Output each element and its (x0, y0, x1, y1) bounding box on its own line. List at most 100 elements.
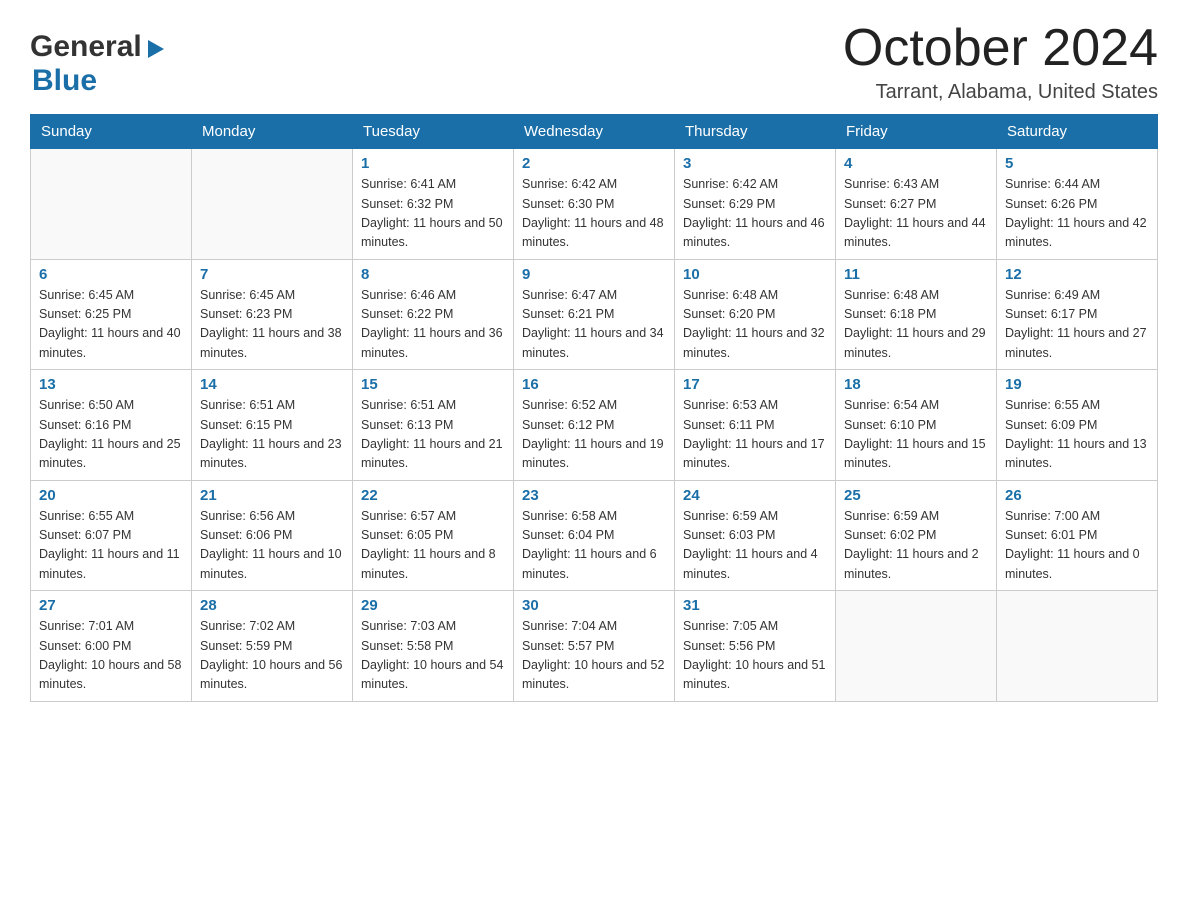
calendar-cell: 2 Sunrise: 6:42 AMSunset: 6:30 PMDaylight… (514, 149, 675, 260)
day-info: Sunrise: 6:46 AMSunset: 6:22 PMDaylight:… (361, 286, 505, 364)
day-info: Sunrise: 7:00 AMSunset: 6:01 PMDaylight:… (1005, 507, 1149, 585)
calendar-cell: 16 Sunrise: 6:52 AMSunset: 6:12 PMDayligh… (514, 370, 675, 481)
calendar-week-row: 27 Sunrise: 7:01 AMSunset: 6:00 PMDayligh… (31, 591, 1158, 702)
calendar-cell (836, 591, 997, 702)
day-number: 3 (683, 155, 827, 172)
day-info: Sunrise: 7:05 AMSunset: 5:56 PMDaylight:… (683, 617, 827, 695)
calendar-cell: 4 Sunrise: 6:43 AMSunset: 6:27 PMDaylight… (836, 149, 997, 260)
day-info: Sunrise: 6:41 AMSunset: 6:32 PMDaylight:… (361, 175, 505, 253)
calendar-cell: 18 Sunrise: 6:54 AMSunset: 6:10 PMDayligh… (836, 370, 997, 481)
day-number: 12 (1005, 266, 1149, 283)
day-info: Sunrise: 7:02 AMSunset: 5:59 PMDaylight:… (200, 617, 344, 695)
day-number: 27 (39, 597, 183, 614)
day-number: 23 (522, 487, 666, 504)
col-friday: Friday (836, 115, 997, 149)
calendar-week-row: 6 Sunrise: 6:45 AMSunset: 6:25 PMDaylight… (31, 259, 1158, 370)
day-number: 19 (1005, 376, 1149, 393)
calendar-cell: 26 Sunrise: 7:00 AMSunset: 6:01 PMDayligh… (997, 480, 1158, 591)
calendar-cell: 9Sunrise: 6:47 AMSunset: 6:21 PMDaylight… (514, 259, 675, 370)
calendar-cell: 13 Sunrise: 6:50 AMSunset: 6:16 PMDayligh… (31, 370, 192, 481)
calendar-cell: 3 Sunrise: 6:42 AMSunset: 6:29 PMDaylight… (675, 149, 836, 260)
day-info: Sunrise: 7:03 AMSunset: 5:58 PMDaylight:… (361, 617, 505, 695)
col-monday: Monday (192, 115, 353, 149)
calendar-cell: 25Sunrise: 6:59 AMSunset: 6:02 PMDayligh… (836, 480, 997, 591)
logo: General Blue (30, 30, 166, 98)
col-tuesday: Tuesday (353, 115, 514, 149)
day-number: 8 (361, 266, 505, 283)
calendar-cell: 30 Sunrise: 7:04 AMSunset: 5:57 PMDayligh… (514, 591, 675, 702)
calendar-cell: 8 Sunrise: 6:46 AMSunset: 6:22 PMDaylight… (353, 259, 514, 370)
day-info: Sunrise: 6:48 AMSunset: 6:20 PMDaylight:… (683, 286, 827, 364)
day-info: Sunrise: 6:45 AMSunset: 6:25 PMDaylight:… (39, 286, 183, 364)
day-number: 6 (39, 266, 183, 283)
day-number: 15 (361, 376, 505, 393)
calendar-table: Sunday Monday Tuesday Wednesday Thursday… (30, 114, 1158, 702)
day-number: 13 (39, 376, 183, 393)
day-info: Sunrise: 6:44 AMSunset: 6:26 PMDaylight:… (1005, 175, 1149, 253)
day-info: Sunrise: 6:45 AMSunset: 6:23 PMDaylight:… (200, 286, 344, 364)
logo-blue-text: Blue (32, 64, 97, 97)
calendar-cell: 10 Sunrise: 6:48 AMSunset: 6:20 PMDayligh… (675, 259, 836, 370)
calendar-cell: 23Sunrise: 6:58 AMSunset: 6:04 PMDayligh… (514, 480, 675, 591)
day-number: 5 (1005, 155, 1149, 172)
day-number: 2 (522, 155, 666, 172)
day-info: Sunrise: 6:59 AMSunset: 6:02 PMDaylight:… (844, 507, 988, 585)
logo-arrow-icon (144, 38, 166, 60)
calendar-cell: 20 Sunrise: 6:55 AMSunset: 6:07 PMDayligh… (31, 480, 192, 591)
day-number: 24 (683, 487, 827, 504)
location-text: Tarrant, Alabama, United States (843, 81, 1158, 104)
day-info: Sunrise: 6:51 AMSunset: 6:13 PMDaylight:… (361, 396, 505, 474)
calendar-week-row: 13 Sunrise: 6:50 AMSunset: 6:16 PMDayligh… (31, 370, 1158, 481)
calendar-cell: 12 Sunrise: 6:49 AMSunset: 6:17 PMDayligh… (997, 259, 1158, 370)
day-info: Sunrise: 6:54 AMSunset: 6:10 PMDaylight:… (844, 396, 988, 474)
calendar-cell: 31 Sunrise: 7:05 AMSunset: 5:56 PMDayligh… (675, 591, 836, 702)
day-info: Sunrise: 6:51 AMSunset: 6:15 PMDaylight:… (200, 396, 344, 474)
calendar-cell: 17Sunrise: 6:53 AMSunset: 6:11 PMDayligh… (675, 370, 836, 481)
calendar-cell: 1 Sunrise: 6:41 AMSunset: 6:32 PMDaylight… (353, 149, 514, 260)
calendar-cell: 21 Sunrise: 6:56 AMSunset: 6:06 PMDayligh… (192, 480, 353, 591)
day-info: Sunrise: 6:57 AMSunset: 6:05 PMDaylight:… (361, 507, 505, 585)
day-number: 10 (683, 266, 827, 283)
day-number: 26 (1005, 487, 1149, 504)
month-title: October 2024 (843, 20, 1158, 77)
day-number: 18 (844, 376, 988, 393)
day-info: Sunrise: 6:53 AMSunset: 6:11 PMDaylight:… (683, 396, 827, 474)
day-info: Sunrise: 6:43 AMSunset: 6:27 PMDaylight:… (844, 175, 988, 253)
day-number: 31 (683, 597, 827, 614)
day-number: 11 (844, 266, 988, 283)
day-info: Sunrise: 6:50 AMSunset: 6:16 PMDaylight:… (39, 396, 183, 474)
day-number: 21 (200, 487, 344, 504)
calendar-cell: 6 Sunrise: 6:45 AMSunset: 6:25 PMDaylight… (31, 259, 192, 370)
day-number: 1 (361, 155, 505, 172)
day-info: Sunrise: 7:01 AMSunset: 6:00 PMDaylight:… (39, 617, 183, 695)
calendar-cell: 15 Sunrise: 6:51 AMSunset: 6:13 PMDayligh… (353, 370, 514, 481)
calendar-cell: 29 Sunrise: 7:03 AMSunset: 5:58 PMDayligh… (353, 591, 514, 702)
col-saturday: Saturday (997, 115, 1158, 149)
day-info: Sunrise: 7:04 AMSunset: 5:57 PMDaylight:… (522, 617, 666, 695)
day-number: 30 (522, 597, 666, 614)
day-number: 20 (39, 487, 183, 504)
day-info: Sunrise: 6:52 AMSunset: 6:12 PMDaylight:… (522, 396, 666, 474)
day-info: Sunrise: 6:42 AMSunset: 6:30 PMDaylight:… (522, 175, 666, 253)
calendar-week-row: 1 Sunrise: 6:41 AMSunset: 6:32 PMDaylight… (31, 149, 1158, 260)
calendar-cell (192, 149, 353, 260)
day-info: Sunrise: 6:55 AMSunset: 6:09 PMDaylight:… (1005, 396, 1149, 474)
day-info: Sunrise: 6:49 AMSunset: 6:17 PMDaylight:… (1005, 286, 1149, 364)
day-number: 29 (361, 597, 505, 614)
day-info: Sunrise: 6:42 AMSunset: 6:29 PMDaylight:… (683, 175, 827, 253)
calendar-cell: 5 Sunrise: 6:44 AMSunset: 6:26 PMDaylight… (997, 149, 1158, 260)
day-number: 4 (844, 155, 988, 172)
day-number: 16 (522, 376, 666, 393)
logo-general-text: General (30, 30, 142, 64)
day-info: Sunrise: 6:56 AMSunset: 6:06 PMDaylight:… (200, 507, 344, 585)
col-sunday: Sunday (31, 115, 192, 149)
calendar-cell: 27 Sunrise: 7:01 AMSunset: 6:00 PMDayligh… (31, 591, 192, 702)
day-info: Sunrise: 6:55 AMSunset: 6:07 PMDaylight:… (39, 507, 183, 585)
title-area: October 2024 Tarrant, Alabama, United St… (843, 20, 1158, 104)
calendar-cell: 19 Sunrise: 6:55 AMSunset: 6:09 PMDayligh… (997, 370, 1158, 481)
calendar-cell: 7Sunrise: 6:45 AMSunset: 6:23 PMDaylight… (192, 259, 353, 370)
calendar-cell (997, 591, 1158, 702)
calendar-header-row: Sunday Monday Tuesday Wednesday Thursday… (31, 115, 1158, 149)
calendar-cell: 24Sunrise: 6:59 AMSunset: 6:03 PMDayligh… (675, 480, 836, 591)
day-number: 9 (522, 266, 666, 283)
